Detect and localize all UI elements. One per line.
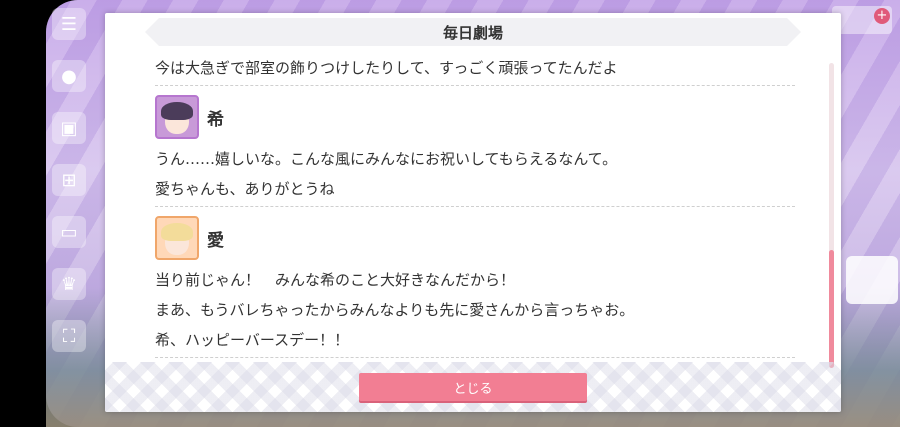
add-currency-icon[interactable]: + <box>874 8 890 24</box>
screen-icon[interactable]: ▭ <box>52 216 86 248</box>
fullscreen-icon[interactable]: ⛶ <box>52 320 86 352</box>
dialogue-line: 希、ハッピーバースデー！！ <box>155 331 350 349</box>
dialogue-line: 今は大急ぎで部室の飾りつけしたりして、すっごく頑張ってたんだよ <box>155 59 618 77</box>
side-menu: ☰ ● ▣ ⊞ ▭ ♛ ⛶ <box>52 8 88 372</box>
menu-icon[interactable]: ☰ <box>52 8 86 40</box>
dialogue-log[interactable]: 今は大急ぎで部室の飾りつけしたりして、すっごく頑張ってたんだよ希うん……嬉しいな… <box>155 53 795 363</box>
present-icon[interactable]: ▣ <box>52 112 86 144</box>
chat-icon[interactable]: ● <box>52 60 86 92</box>
trophy-icon[interactable]: ♛ <box>52 268 86 300</box>
dialogue-line: うん……嬉しいな。こんな風にみんなにお祝いしてもらえるなんて。 <box>155 150 618 168</box>
speaker-name: 希 <box>207 109 224 130</box>
dialogue-line: 当り前じゃん！ みんな希のこと大好きなんだから！ <box>155 271 516 289</box>
merge-button[interactable] <box>846 256 898 304</box>
nozomi-avatar-icon <box>155 95 199 139</box>
scrollbar-thumb[interactable] <box>829 250 834 368</box>
scrollbar[interactable] <box>829 63 834 368</box>
speaker-row: 愛 <box>155 215 795 261</box>
gift-icon[interactable]: ⊞ <box>52 164 86 196</box>
divider <box>155 85 795 86</box>
close-button[interactable]: とじる <box>359 373 587 401</box>
divider <box>155 357 795 358</box>
speaker-row: 希 <box>155 94 795 140</box>
dialogue-line: まあ、もうバレちゃったからみんなよりも先に愛さんから言っちゃお。 <box>155 301 635 319</box>
daily-theater-dialog: 毎日劇場 今は大急ぎで部室の飾りつけしたりして、すっごく頑張ってたんだよ希うん…… <box>105 13 841 412</box>
divider <box>155 206 795 207</box>
speaker-name: 愛 <box>207 230 224 251</box>
dialog-title: 毎日劇場 <box>145 18 801 46</box>
dialogue-line: 愛ちゃんも、ありがとうね <box>155 180 335 198</box>
ai-avatar-icon <box>155 216 199 260</box>
